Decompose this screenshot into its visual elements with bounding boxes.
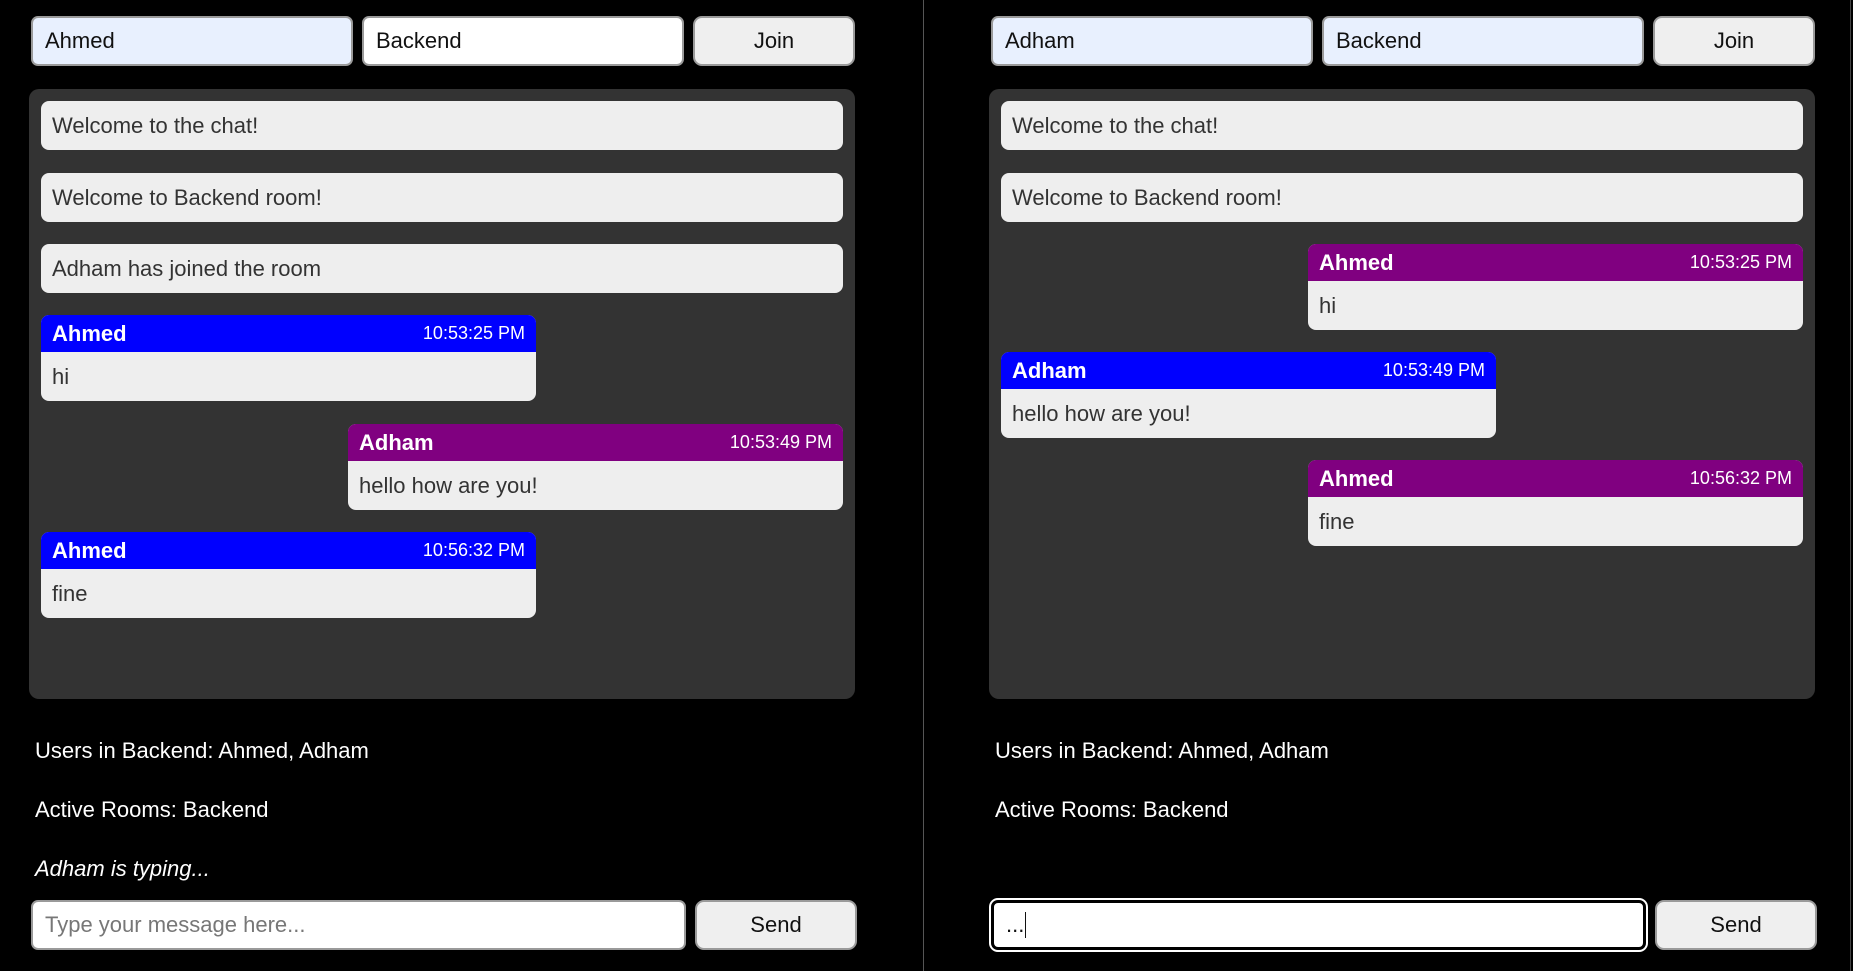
join-form: Adham Backend Join <box>991 16 1815 66</box>
message-header: Ahmed 10:56:32 PM <box>41 532 536 569</box>
message-author: Ahmed <box>1319 465 1394 491</box>
system-message: Welcome to the chat! <box>1001 101 1803 150</box>
pane-divider <box>923 0 924 971</box>
message-header: Adham 10:53:49 PM <box>348 424 843 461</box>
message-form: Type your message here... Send <box>31 900 857 950</box>
system-message: Welcome to the chat! <box>41 101 843 150</box>
message-author: Ahmed <box>1319 249 1394 275</box>
message-text: fine <box>52 580 88 606</box>
system-message: Adham has joined the room <box>41 244 843 293</box>
message-input[interactable]: ... <box>989 898 1648 952</box>
active-rooms: Active Rooms: Backend <box>995 797 1229 822</box>
chat-messages[interactable]: Welcome to the chat! Welcome to Backend … <box>989 89 1815 699</box>
chat-client-right: Adham Backend Join Welcome to the chat! … <box>926 0 1851 971</box>
message-time: 10:53:49 PM <box>1382 360 1485 380</box>
send-button[interactable]: Send <box>1655 900 1817 950</box>
username-input[interactable]: Ahmed <box>31 16 353 66</box>
message-time: 10:53:25 PM <box>422 323 525 343</box>
typing-indicator: Adham is typing... <box>35 856 210 881</box>
message-time: 10:53:49 PM <box>729 432 832 452</box>
message-form: ... Send <box>989 898 1817 952</box>
chat-message: Adham 10:53:49 PM hello how are you! <box>1001 352 1496 438</box>
chat-message: Ahmed 10:56:32 PM fine <box>1308 460 1803 546</box>
message-header: Adham 10:53:49 PM <box>1001 352 1496 389</box>
chat-message: Ahmed 10:56:32 PM fine <box>41 532 536 618</box>
message-input[interactable]: Type your message here... <box>31 900 686 950</box>
system-message: Welcome to Backend room! <box>1001 173 1803 222</box>
room-input[interactable]: Backend <box>362 16 684 66</box>
chat-message: Ahmed 10:53:25 PM hi <box>41 315 536 401</box>
room-input[interactable]: Backend <box>1322 16 1644 66</box>
active-rooms: Active Rooms: Backend <box>35 797 269 822</box>
message-time: 10:56:32 PM <box>422 540 525 560</box>
join-form: Ahmed Backend Join <box>31 16 855 66</box>
send-button[interactable]: Send <box>695 900 857 950</box>
chat-client-left: Ahmed Backend Join Welcome to the chat! … <box>0 0 925 971</box>
message-header: Ahmed 10:53:25 PM <box>41 315 536 352</box>
message-text: fine <box>1319 508 1355 534</box>
message-author: Ahmed <box>52 320 127 346</box>
message-time: 10:53:25 PM <box>1689 252 1792 272</box>
message-author: Adham <box>1012 357 1087 383</box>
chat-message: Adham 10:53:49 PM hello how are you! <box>348 424 843 510</box>
users-in-room: Users in Backend: Ahmed, Adham <box>35 738 369 763</box>
pane-edge <box>1850 0 1851 971</box>
join-button[interactable]: Join <box>693 16 855 66</box>
message-text: hi <box>52 363 70 389</box>
message-header: Ahmed 10:56:32 PM <box>1308 460 1803 497</box>
chat-message: Ahmed 10:53:25 PM hi <box>1308 244 1803 330</box>
system-message: Welcome to Backend room! <box>41 173 843 222</box>
message-input-value: ... <box>1006 912 1025 937</box>
message-text: hello how are you! <box>359 472 538 498</box>
message-author: Adham <box>359 429 434 455</box>
message-text: hello how are you! <box>1012 400 1191 426</box>
message-time: 10:56:32 PM <box>1689 468 1792 488</box>
username-input[interactable]: Adham <box>991 16 1313 66</box>
message-header: Ahmed 10:53:25 PM <box>1308 244 1803 281</box>
message-author: Ahmed <box>52 537 127 563</box>
text-caret <box>1025 912 1027 938</box>
message-text: hi <box>1319 292 1337 318</box>
chat-messages[interactable]: Welcome to the chat! Welcome to Backend … <box>29 89 855 699</box>
users-in-room: Users in Backend: Ahmed, Adham <box>995 738 1329 763</box>
join-button[interactable]: Join <box>1653 16 1815 66</box>
